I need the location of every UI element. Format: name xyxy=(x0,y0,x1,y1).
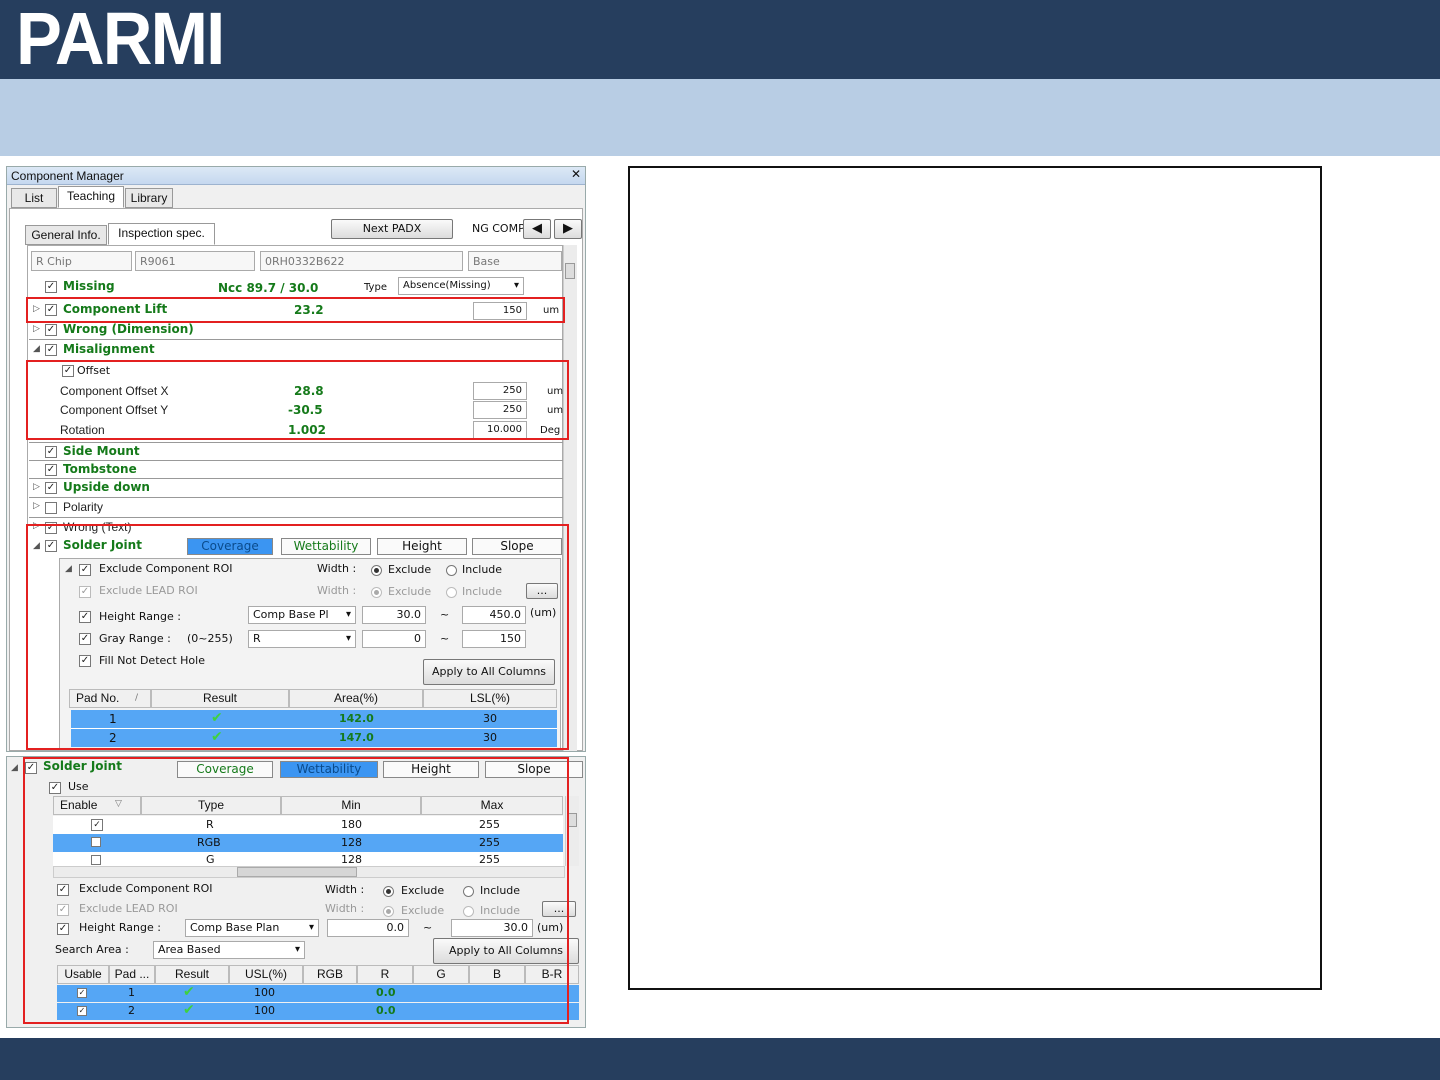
divider xyxy=(29,442,563,443)
divider xyxy=(29,517,563,518)
tab-list[interactable]: List xyxy=(11,188,57,208)
upside-down-label: Upside down xyxy=(63,480,150,494)
misalignment-label: Misalignment xyxy=(63,342,155,356)
divider xyxy=(29,339,563,340)
info-field-base: Base xyxy=(468,251,562,271)
close-icon[interactable]: ✕ xyxy=(571,167,581,181)
empty-frame xyxy=(628,166,1322,990)
tab-library[interactable]: Library xyxy=(125,188,173,208)
missing-value: Ncc 89.7 / 30.0 xyxy=(218,281,319,295)
divider xyxy=(29,478,563,479)
polarity-checkbox[interactable] xyxy=(45,502,57,514)
next-ng-button[interactable]: ▶ xyxy=(554,219,582,239)
subheader-band xyxy=(0,79,1440,156)
component-manager-panel: Component Manager ✕ List Teaching Librar… xyxy=(6,166,586,752)
side-mount-checkbox[interactable]: ✓ xyxy=(45,446,57,458)
info-field-ref: R9061 xyxy=(135,251,255,271)
parmi-logo: PARMI xyxy=(16,0,225,80)
tab-general-info[interactable]: General Info. xyxy=(25,225,107,245)
next-padx-button[interactable]: Next PADX xyxy=(331,219,453,239)
wrong-dim-checkbox[interactable]: ✓ xyxy=(45,324,57,336)
tab-teaching[interactable]: Teaching xyxy=(58,186,124,208)
divider xyxy=(29,497,563,498)
info-field-type: R Chip xyxy=(31,251,132,271)
collapse-icon[interactable]: ◢ xyxy=(33,344,40,354)
upside-down-checkbox[interactable]: ✓ xyxy=(45,482,57,494)
divider xyxy=(29,460,563,461)
tombstone-label: Tombstone xyxy=(63,462,137,476)
scroll-thumb[interactable] xyxy=(565,263,575,279)
type-dropdown[interactable]: Absence(Missing) xyxy=(398,277,524,295)
misalignment-checkbox[interactable]: ✓ xyxy=(45,344,57,356)
wettability-panel: ◢ ✓ Solder Joint Coverage Wettability He… xyxy=(6,756,586,1028)
expand-icon[interactable]: ▷ xyxy=(33,501,40,511)
highlight-box xyxy=(26,360,569,440)
footer-bar xyxy=(0,1038,1440,1080)
prev-ng-button[interactable]: ◀ xyxy=(523,219,551,239)
collapse-icon[interactable]: ◢ xyxy=(11,763,18,773)
side-mount-label: Side Mount xyxy=(63,444,140,458)
tombstone-checkbox[interactable]: ✓ xyxy=(45,464,57,476)
highlight-box xyxy=(26,524,569,750)
panel-title: Component Manager xyxy=(7,167,585,185)
info-field-part: 0RH0332B622 xyxy=(260,251,463,271)
polarity-label: Polarity xyxy=(63,500,104,514)
wrong-dim-label: Wrong (Dimension) xyxy=(63,322,194,336)
ng-comp-label: NG COMP xyxy=(472,222,525,235)
tab-inspection-spec[interactable]: Inspection spec. xyxy=(108,223,215,245)
expand-icon[interactable]: ▷ xyxy=(33,324,40,334)
type-label: Type xyxy=(364,282,387,293)
missing-label: Missing xyxy=(63,279,115,293)
header-bar: PARMI xyxy=(0,0,1440,79)
highlight-box xyxy=(23,757,569,1024)
highlight-box xyxy=(26,297,565,323)
expand-icon[interactable]: ▷ xyxy=(33,482,40,492)
missing-checkbox[interactable]: ✓ xyxy=(45,281,57,293)
